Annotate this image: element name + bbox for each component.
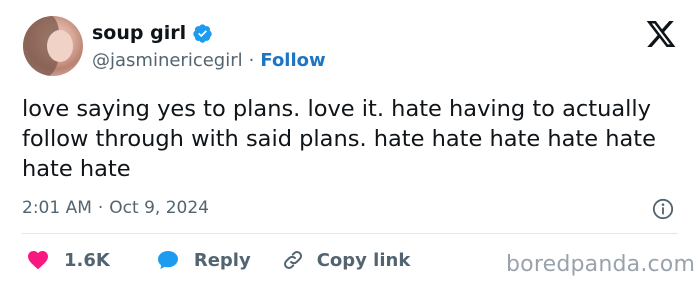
tweet-actions: 1.6K Reply Copy link [26,246,410,274]
tweet-time[interactable]: 2:01 AM [22,198,92,218]
display-name[interactable]: soup girl [92,22,186,44]
copy-link-button[interactable]: Copy link [281,248,411,272]
avatar-face [47,30,73,62]
info-icon[interactable] [652,198,674,220]
tweet-date[interactable]: Oct 9, 2024 [109,198,209,218]
reply-label: Reply [193,249,251,271]
author-handle-row: @jasminericegirl · Follow [92,48,326,72]
copy-link-label: Copy link [316,249,411,271]
handle-separator: · [248,49,255,71]
heart-icon [28,251,48,270]
divider [22,233,678,234]
reply-button[interactable]: Reply [156,248,251,272]
user-handle[interactable]: @jasminericegirl [92,50,243,71]
speech-bubble-icon [157,251,178,269]
watermark: boredpanda.com [506,252,696,277]
avatar[interactable] [23,16,83,76]
like-count: 1.6K [64,249,110,271]
meta-separator: · [97,198,104,218]
verified-badge-icon [193,23,212,43]
tweet-text: love saying yes to plans. love it. hate … [22,96,656,182]
like-button[interactable]: 1.6K [26,248,110,272]
link-icon [283,251,302,269]
follow-button[interactable]: Follow [260,50,325,71]
x-logo-icon[interactable] [644,18,678,50]
author-name-row: soup girl [92,20,213,46]
tweet-meta: 2:01 AM · Oct 9, 2024 [22,196,209,220]
